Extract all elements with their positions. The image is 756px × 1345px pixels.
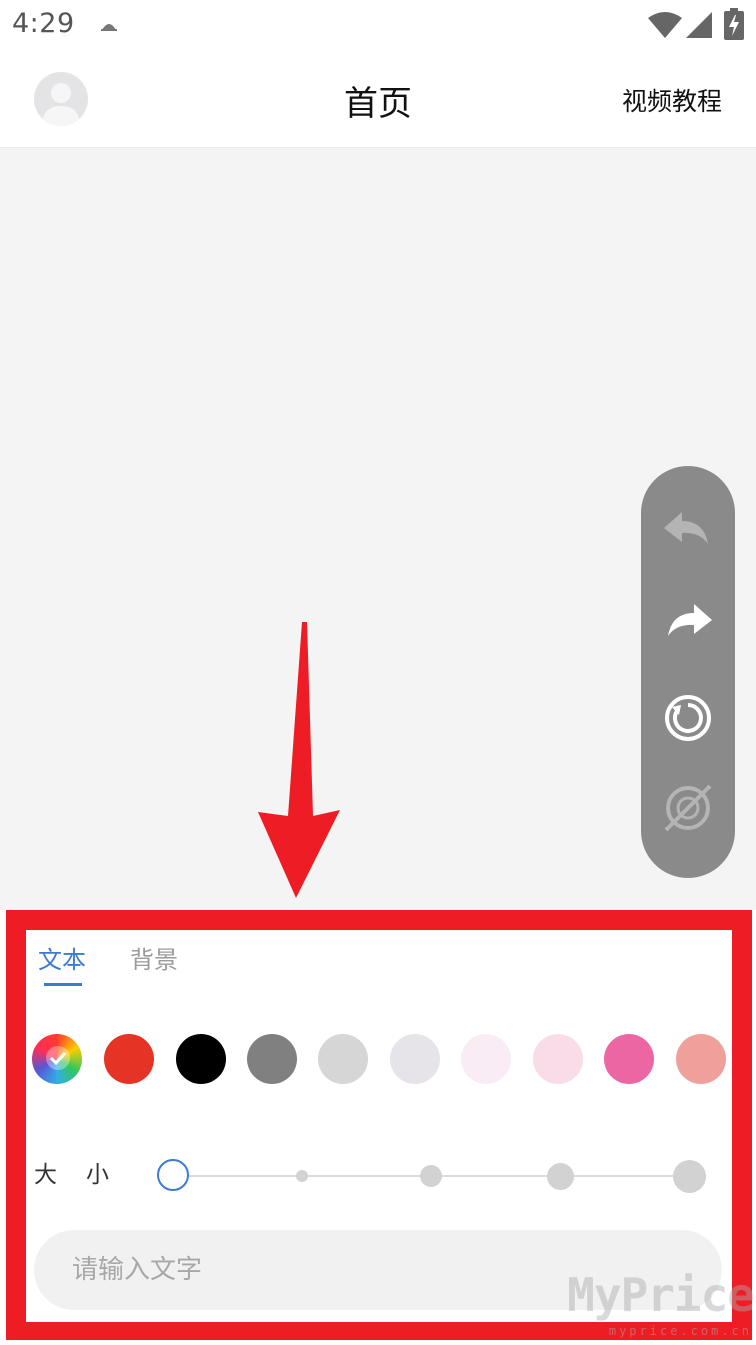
watermark-domain: myprice.com.cn — [608, 1324, 752, 1338]
battery-icon — [724, 8, 744, 40]
size-step-2[interactable] — [296, 1170, 308, 1182]
undo-icon[interactable] — [658, 500, 718, 560]
color-swatch-black[interactable] — [176, 1034, 226, 1084]
color-swatch-pale-gray[interactable] — [390, 1034, 440, 1084]
watermark-brand: MyPrice — [567, 1268, 755, 1322]
size-label-big: 大 — [34, 1162, 57, 1188]
tab-active-indicator — [44, 983, 82, 986]
video-tutorial-link[interactable]: 视频教程 — [622, 82, 722, 118]
tab-background[interactable]: 背景 — [130, 940, 178, 975]
color-swatch-gray[interactable] — [247, 1034, 297, 1084]
color-swatch-hot-pink[interactable] — [604, 1034, 654, 1084]
color-swatch-light-pink[interactable] — [533, 1034, 583, 1084]
size-control: 大 小 — [26, 1152, 732, 1202]
signal-icon — [686, 12, 712, 38]
check-icon — [46, 1046, 70, 1070]
status-time: 4:29 — [12, 8, 75, 39]
size-slider-knob[interactable] — [157, 1159, 189, 1191]
color-palette — [26, 1034, 732, 1086]
color-swatch-light-gray[interactable] — [318, 1034, 368, 1084]
tab-text[interactable]: 文本 — [38, 940, 86, 975]
text-style-panel: 文本 背景 大 小 — [26, 930, 732, 1322]
color-swatch-lavender-blush[interactable] — [461, 1034, 511, 1084]
hide-icon[interactable] — [658, 778, 718, 838]
app-header: 首页 视频教程 — [0, 52, 756, 148]
refresh-icon[interactable] — [658, 688, 718, 748]
color-swatch-salmon[interactable] — [676, 1034, 726, 1084]
size-label-small: 小 — [86, 1162, 109, 1188]
redo-icon[interactable] — [658, 592, 718, 652]
size-step-4[interactable] — [547, 1163, 574, 1190]
annotation-arrow-icon — [258, 622, 340, 898]
notification-icon — [101, 24, 117, 31]
color-swatch-red[interactable] — [104, 1034, 154, 1084]
color-wheel-swatch[interactable] — [32, 1034, 82, 1084]
size-step-5[interactable] — [673, 1160, 706, 1193]
status-bar: 4:29 — [0, 0, 756, 52]
wifi-icon — [648, 12, 682, 38]
watermark: MyPrice myprice.com.cn — [567, 1268, 756, 1340]
size-step-3[interactable] — [420, 1165, 442, 1187]
floating-toolbar — [641, 466, 735, 878]
